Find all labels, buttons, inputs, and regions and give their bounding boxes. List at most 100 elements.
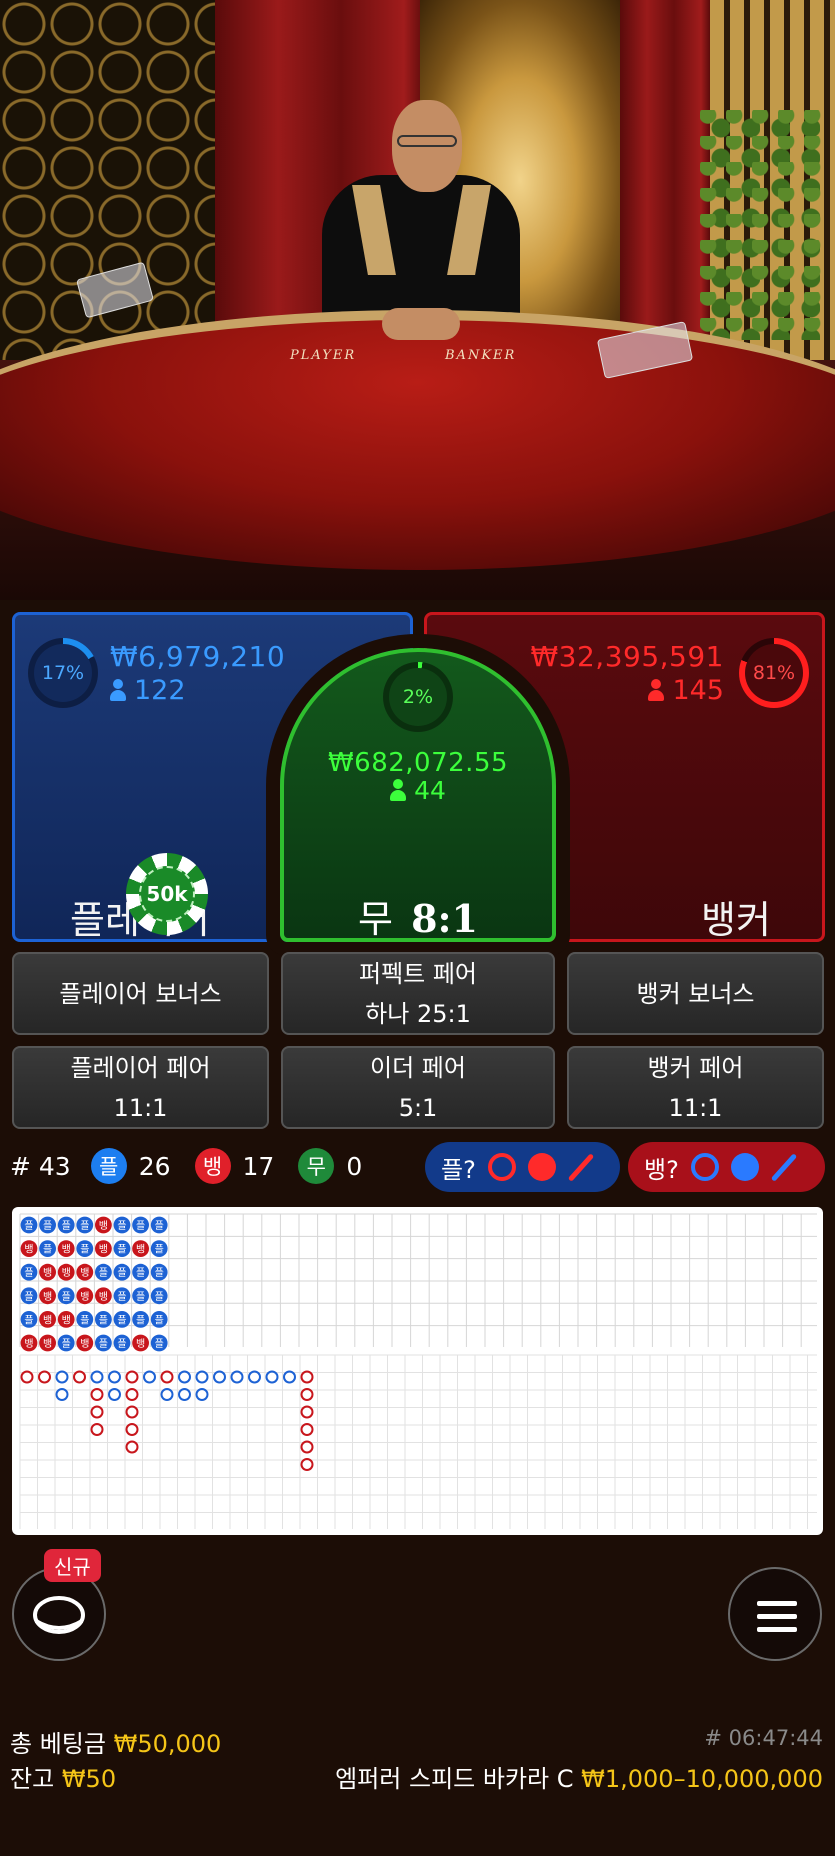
person-icon	[648, 679, 665, 701]
bead-label: 플	[136, 1314, 145, 1326]
bead-label: 플	[155, 1220, 164, 1232]
bead-label: 플	[80, 1314, 89, 1326]
tie-count: 44	[414, 776, 446, 805]
tie-amount: ₩682,072.55	[327, 748, 509, 778]
hollow-circle-icon	[690, 1153, 719, 1181]
table-label-banker: BANKER	[445, 348, 517, 363]
bead-label: 플	[99, 1338, 108, 1350]
player-wins: 26	[138, 1151, 171, 1181]
bead-label: 플	[117, 1244, 126, 1256]
big-road-mark	[125, 1388, 139, 1401]
live-video: PLAYER BANKER	[0, 0, 835, 600]
slash-icon	[770, 1152, 798, 1182]
big-road-mark	[178, 1388, 191, 1401]
big-road-mark	[160, 1370, 174, 1384]
total-bet-amount: ₩50,000	[113, 1730, 222, 1758]
total-bet-label: 총 베팅금	[10, 1730, 106, 1758]
banker-bonus-button[interactable]: 뱅커 보너스	[567, 952, 824, 1035]
big-road-mark	[125, 1423, 139, 1436]
red-curtain-right	[620, 0, 710, 360]
bead-label: 뱅	[43, 1314, 52, 1326]
big-road-mark	[178, 1370, 191, 1384]
bead-label: 플	[155, 1338, 164, 1350]
bead-label: 뱅	[62, 1267, 71, 1279]
bead-label: 플	[117, 1338, 126, 1350]
bead-label: 플	[155, 1244, 164, 1256]
bead-label: 뱅	[80, 1267, 89, 1279]
round-stats: # 43 플 26 뱅 17 무 0	[10, 1146, 362, 1186]
big-road-mark	[300, 1423, 314, 1436]
big-road-mark	[230, 1370, 244, 1384]
plant	[700, 110, 830, 340]
big-road-mark	[125, 1370, 139, 1384]
tie-wins: 0	[346, 1151, 363, 1181]
bead-label: 뱅	[80, 1338, 89, 1350]
big-road-mark	[300, 1388, 314, 1401]
menu-button[interactable]	[728, 1567, 822, 1661]
big-road-mark	[195, 1370, 209, 1384]
player-badge: 플	[90, 1148, 127, 1184]
bead-label: 플	[136, 1220, 145, 1232]
bead-label: 플	[117, 1220, 126, 1232]
slash-icon	[567, 1152, 595, 1182]
perfect-pair-button[interactable]: 퍼펙트 페어 하나 25:1	[281, 952, 555, 1035]
game-time: # 06:47:44	[704, 1726, 823, 1750]
player-pair-button[interactable]: 플레이어 페어 11:1	[12, 1046, 269, 1129]
bead-label: 플	[24, 1220, 33, 1232]
bead-label: 플	[62, 1338, 71, 1350]
big-road-mark	[108, 1370, 121, 1384]
bead-label: 플	[99, 1314, 108, 1326]
big-road-mark	[283, 1370, 296, 1384]
big-road-mark	[55, 1388, 69, 1401]
balance-label: 잔고	[10, 1765, 55, 1793]
bead-label: 뱅	[62, 1314, 71, 1326]
big-road-mark	[125, 1440, 139, 1454]
scoreboard-roads[interactable]: 플뱅플플플뱅플플뱅뱅뱅뱅플뱅뱅플뱅플플플뱅뱅플뱅뱅뱅플뱅플플플플플플플플플뱅플플…	[12, 1207, 823, 1535]
table-name: 엠퍼러 스피드 바카라 C	[335, 1765, 574, 1793]
bead-label: 뱅	[24, 1338, 33, 1350]
big-road-mark	[248, 1370, 261, 1384]
round-number: # 43	[10, 1151, 71, 1181]
banker-badge: 뱅	[194, 1148, 231, 1184]
bead-label: 뱅	[80, 1291, 89, 1303]
bead-label: 플	[43, 1244, 52, 1256]
tie-bet-zone[interactable]: 2% ₩682,072.55 44 무 8:1	[280, 648, 556, 942]
player-predict-button[interactable]: 플?	[425, 1142, 620, 1192]
bead-label: 플	[62, 1291, 71, 1303]
roads-canvas: 플뱅플플플뱅플플뱅뱅뱅뱅플뱅뱅플뱅플플플뱅뱅플뱅뱅뱅플뱅플플플플플플플플플뱅플플…	[19, 1213, 817, 1529]
tie-badge: 무	[298, 1148, 335, 1184]
player-bonus-button[interactable]: 플레이어 보너스	[12, 952, 269, 1035]
banker-amount: ₩32,395,591	[530, 640, 724, 673]
bead-label: 플	[136, 1291, 145, 1303]
bead-label: 플	[24, 1267, 33, 1279]
bead-label: 플	[117, 1314, 126, 1326]
banker-pair-button[interactable]: 뱅커 페어 11:1	[567, 1046, 824, 1129]
big-road-mark	[38, 1370, 51, 1384]
big-road-mark	[90, 1405, 104, 1419]
either-pair-button[interactable]: 이더 페어 5:1	[281, 1046, 555, 1129]
big-road-mark	[90, 1388, 104, 1401]
tie-odds: 8:1	[411, 896, 478, 941]
table-label-player: PLAYER	[290, 348, 357, 363]
tie-label: 무	[358, 897, 393, 941]
bead-label: 플	[62, 1220, 71, 1232]
chat-icon	[33, 1596, 85, 1634]
selected-chip[interactable]: 50k	[126, 853, 208, 935]
banker-count: 145	[672, 675, 724, 706]
big-road-mark	[300, 1458, 314, 1471]
big-road-mark	[160, 1388, 174, 1401]
bead-label: 뱅	[43, 1338, 52, 1350]
bead-label: 플	[155, 1291, 164, 1303]
bead-label: 뱅	[62, 1244, 71, 1256]
big-road-mark	[265, 1370, 279, 1384]
big-road-mark	[300, 1440, 314, 1454]
bead-label: 뱅	[136, 1338, 145, 1350]
balance-amount: ₩50	[61, 1765, 117, 1793]
player-percent-ring: 17%	[28, 638, 98, 708]
baccarat-table	[0, 310, 835, 570]
banker-wins: 17	[242, 1151, 275, 1181]
banker-label: 뱅커	[701, 898, 771, 942]
bead-label: 플	[117, 1267, 126, 1279]
big-road-mark	[300, 1370, 314, 1384]
banker-predict-button[interactable]: 뱅?	[628, 1142, 825, 1192]
